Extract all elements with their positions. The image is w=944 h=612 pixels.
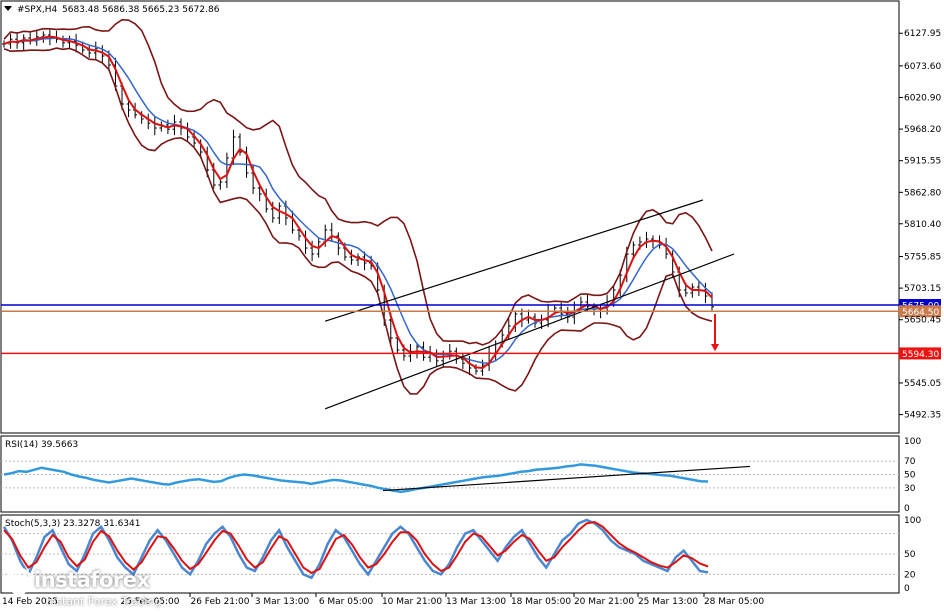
price-y-tick-label: 5492.35 xyxy=(904,411,941,421)
rsi-y-tick-label: 0 xyxy=(904,504,910,514)
price-y-tick-label: 5650.45 xyxy=(904,316,941,326)
x-tick-label: 18 Mar 05:00 xyxy=(511,597,571,607)
price-y-tick-label: 5810.40 xyxy=(904,220,941,230)
rsi-y-tick-label: 30 xyxy=(904,484,916,494)
chart-canvas: 5675.005664.505594.30 6127.956073.606020… xyxy=(0,0,941,607)
x-tick-label: 6 Mar 05:00 xyxy=(319,597,374,607)
price-y-tick-label: 5755.85 xyxy=(904,252,941,262)
price-y-tick-label: 5862.80 xyxy=(904,188,941,198)
rsi-y-tick-label: 100 xyxy=(904,437,921,447)
price-y-axis: 6127.95 6073.60 6020.90 5968.20 5915.55 5862.… xyxy=(899,29,941,421)
price-y-tick-label: 5545.05 xyxy=(904,379,941,389)
instaforex-tagline: Instant Forex Trading xyxy=(46,595,162,608)
stoch-y-tick-label: 50 xyxy=(904,550,916,560)
price-y-tick-label: 6020.90 xyxy=(904,93,941,103)
stoch-y-tick-label: 20 xyxy=(904,570,916,580)
x-tick-label: 25 Mar 13:00 xyxy=(638,597,698,607)
stoch-y-tick-label: 100 xyxy=(904,516,921,526)
price-y-tick-label: 5968.20 xyxy=(904,125,941,135)
x-tick-label: 13 Mar 13:00 xyxy=(446,597,506,607)
rsi-title: RSI(14) 39.5663 xyxy=(5,440,78,450)
price-y-tick-label: 5915.55 xyxy=(904,157,941,167)
rsi-y-tick-label: 70 xyxy=(904,457,916,467)
price-panel xyxy=(0,0,900,434)
price-title: #SPX,H4 xyxy=(17,5,57,15)
x-tick-label: 10 Mar 21:00 xyxy=(382,597,442,607)
stoch-title: Stoch(5,3,3) 23.3278 31.6341 xyxy=(5,519,140,529)
price-y-tick-label: 6127.95 xyxy=(904,29,941,39)
price-ohlc: 5683.48 5686.38 5665.23 5672.86 xyxy=(62,5,220,15)
x-tick-label: 3 Mar 13:00 xyxy=(255,597,310,607)
price-y-tick-label: 6073.60 xyxy=(904,62,941,72)
x-tick-label: 20 Mar 21:00 xyxy=(574,597,634,607)
instaforex-logo-icon xyxy=(4,566,34,600)
x-tick-label: 28 Mar 05:00 xyxy=(704,597,764,607)
x-tick-label: 26 Feb 21:00 xyxy=(190,597,249,607)
stoch-y-tick-label: 0 xyxy=(904,584,910,594)
rsi-y-tick-label: 50 xyxy=(904,471,916,481)
price-y-tick-label: 5703.15 xyxy=(904,284,941,294)
level-tag-label: 5594.30 xyxy=(902,350,939,360)
instaforex-logo-text: instaforex xyxy=(34,568,150,592)
